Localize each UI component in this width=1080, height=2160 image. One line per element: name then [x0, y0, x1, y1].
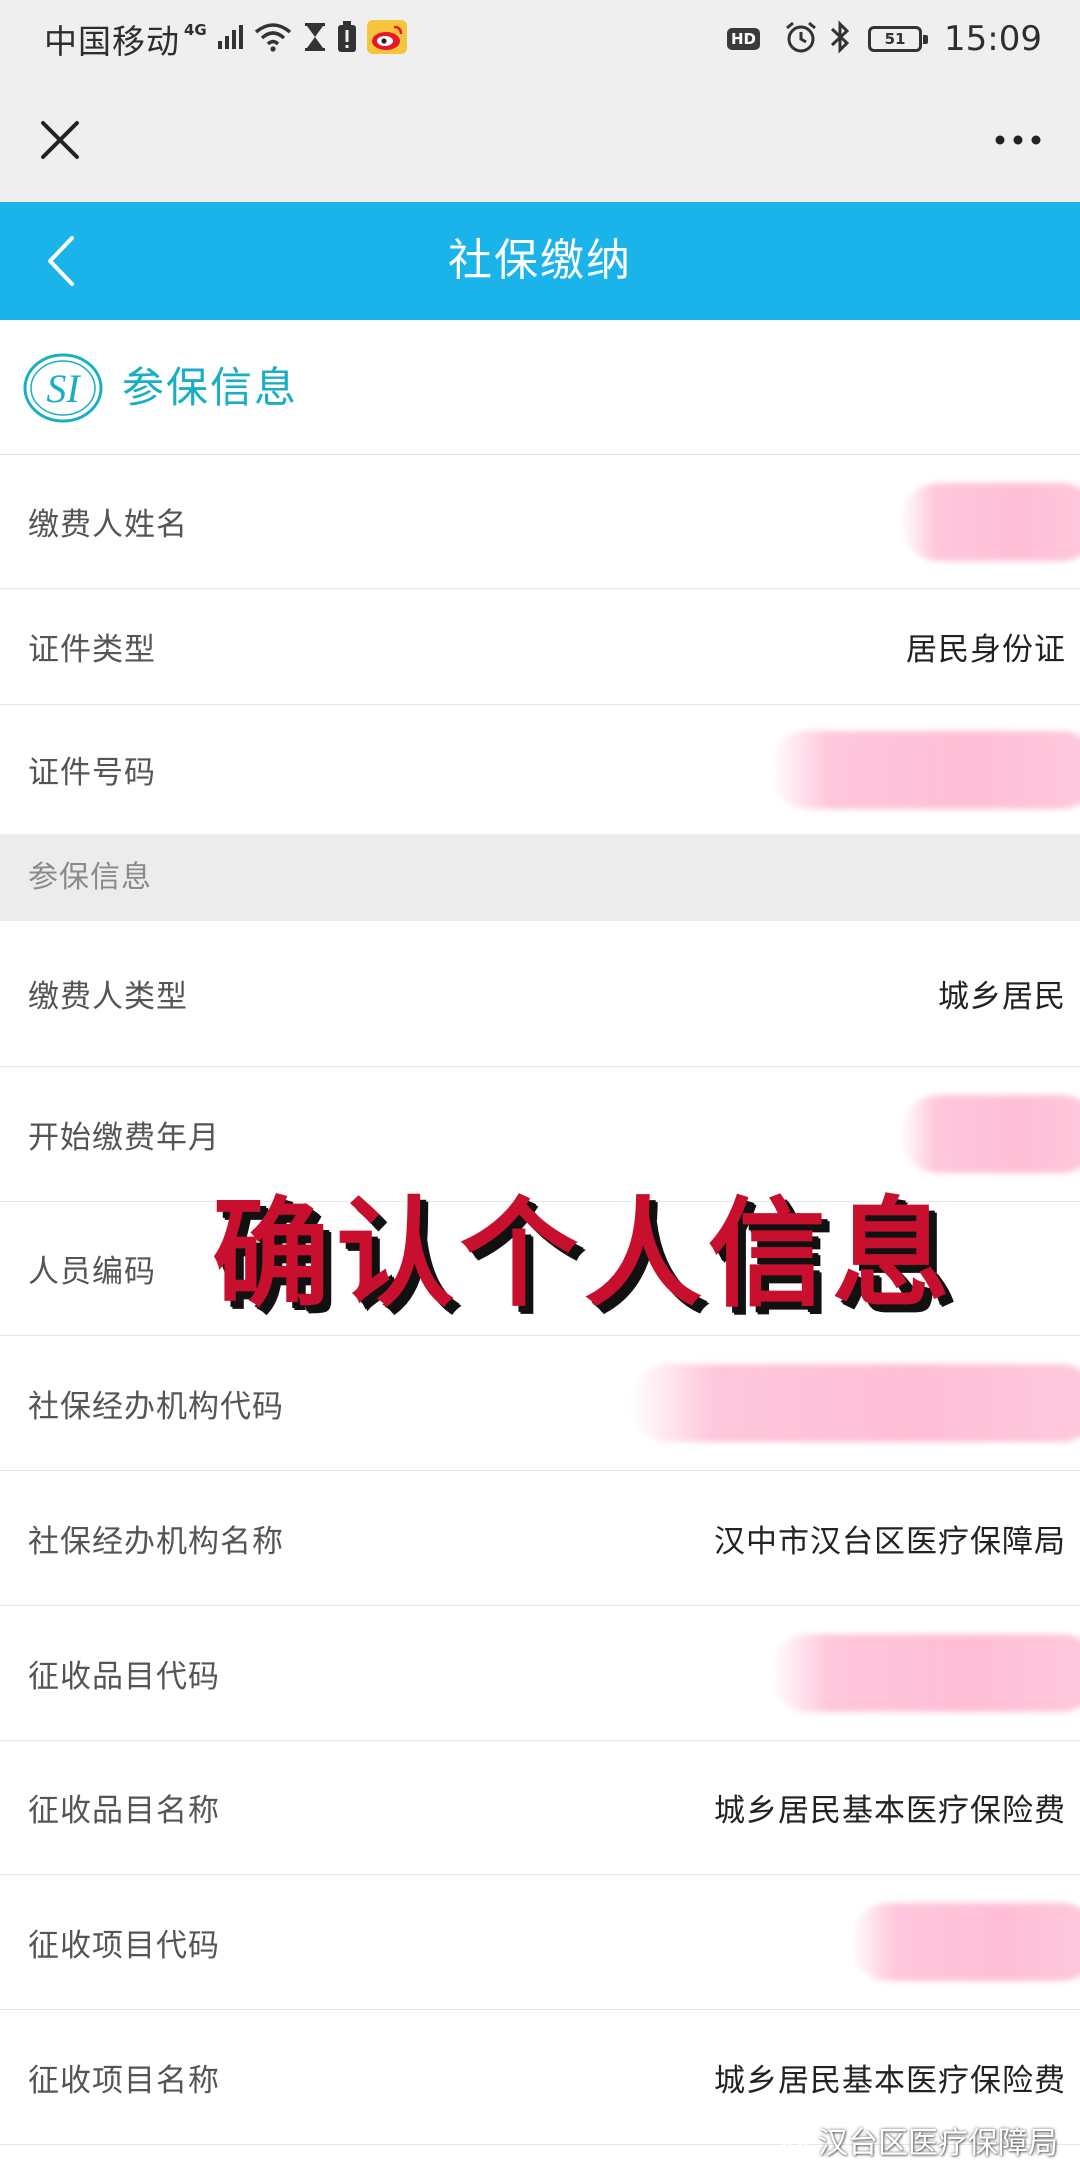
group-header-label: 参保信息 — [28, 860, 152, 895]
row-label: 开始缴费年月 — [28, 1119, 220, 1156]
row-agency-code: 社保经办机构代码 — [0, 1336, 1080, 1471]
wifi-icon — [253, 22, 293, 56]
status-right: HD 51 15:09 — [727, 0, 1042, 78]
row-value: 居民身份证 — [906, 632, 1066, 668]
alarm-icon — [784, 20, 818, 58]
page-title: 社保缴纳 — [448, 235, 632, 286]
hd-badge: HD — [727, 28, 761, 50]
carrier-name: 中国移动 — [44, 22, 180, 61]
redacted-value — [900, 482, 1080, 561]
row-label: 证件类型 — [28, 632, 156, 668]
group-header: 参保信息 — [0, 834, 1080, 921]
row-item-name: 征收品目名称 城乡居民基本医疗保险费 — [0, 1741, 1080, 1875]
network-type: 4G — [184, 21, 207, 39]
row-id-type: 证件类型 居民身份证 — [0, 589, 1080, 705]
close-button[interactable] — [28, 108, 92, 172]
signal-icon — [217, 24, 243, 54]
status-left: 中国移动 4G — [44, 0, 407, 78]
logo-text: SI — [46, 366, 81, 411]
redacted-value — [630, 1364, 1080, 1442]
bluetooth-icon — [828, 20, 852, 58]
redacted-value — [770, 1634, 1080, 1712]
row-label: 征收项目名称 — [28, 2062, 220, 2099]
row-value: 城乡居民 — [938, 979, 1066, 1015]
battery-alert-icon — [337, 21, 357, 57]
row-label: 征收品目代码 — [28, 1658, 220, 1695]
close-icon — [41, 121, 79, 159]
redacted-value — [900, 1095, 1080, 1173]
battery-indicator: 51 — [868, 26, 929, 52]
app-screen: 中国移动 4G HD 51 15:09 社保缴纳 SI 参保信息 缴费人姓名 证… — [0, 0, 1080, 2160]
page-header: 社保缴纳 — [0, 202, 1080, 320]
clock: 15:09 — [944, 19, 1042, 59]
social-insurance-logo: SI — [23, 353, 103, 423]
row-id-number: 证件号码 — [0, 705, 1080, 834]
row-value: 城乡居民基本医疗保险费 — [714, 1793, 1066, 1829]
row-item-code: 征收品目代码 — [0, 1606, 1080, 1741]
row-project-name: 征收项目名称 城乡居民基本医疗保险费 — [0, 2010, 1080, 2145]
row-label: 缴费人类型 — [28, 979, 188, 1015]
row-label: 征收项目代码 — [28, 1927, 220, 1964]
row-label: 社保经办机构代码 — [28, 1388, 284, 1425]
browser-toolbar — [0, 78, 1080, 202]
row-label: 人员编码 — [28, 1254, 156, 1290]
status-bar: 中国移动 4G HD 51 15:09 — [0, 0, 1080, 78]
weibo-icon — [366, 20, 407, 58]
row-personnel-code: 人员编码 — [0, 1202, 1080, 1336]
row-label: 征收品目名称 — [28, 1793, 220, 1829]
row-label: 缴费人姓名 — [28, 507, 188, 543]
row-label: 证件号码 — [28, 755, 156, 791]
battery-level: 51 — [884, 29, 906, 48]
row-project-code: 征收项目代码 — [0, 1875, 1080, 2010]
row-payer-name: 缴费人姓名 — [0, 455, 1080, 589]
hourglass-icon — [303, 22, 327, 56]
redacted-value — [770, 730, 1080, 809]
row-payer-type: 缴费人类型 城乡居民 — [0, 921, 1080, 1067]
redacted-value — [850, 1903, 1080, 1981]
section-header: SI 参保信息 — [0, 320, 1080, 455]
row-agency-name: 社保经办机构名称 汉中市汉台区医疗保障局 — [0, 1471, 1080, 1606]
row-start-month: 开始缴费年月 — [0, 1067, 1080, 1202]
row-value: 城乡居民基本医疗保险费 — [714, 2062, 1066, 2099]
more-icon — [995, 135, 1041, 145]
more-button[interactable] — [986, 108, 1050, 172]
row-value: 汉中市汉台区医疗保障局 — [714, 1523, 1066, 1560]
section-title: 参保信息 — [122, 363, 299, 412]
row-label: 社保经办机构名称 — [28, 1523, 284, 1560]
